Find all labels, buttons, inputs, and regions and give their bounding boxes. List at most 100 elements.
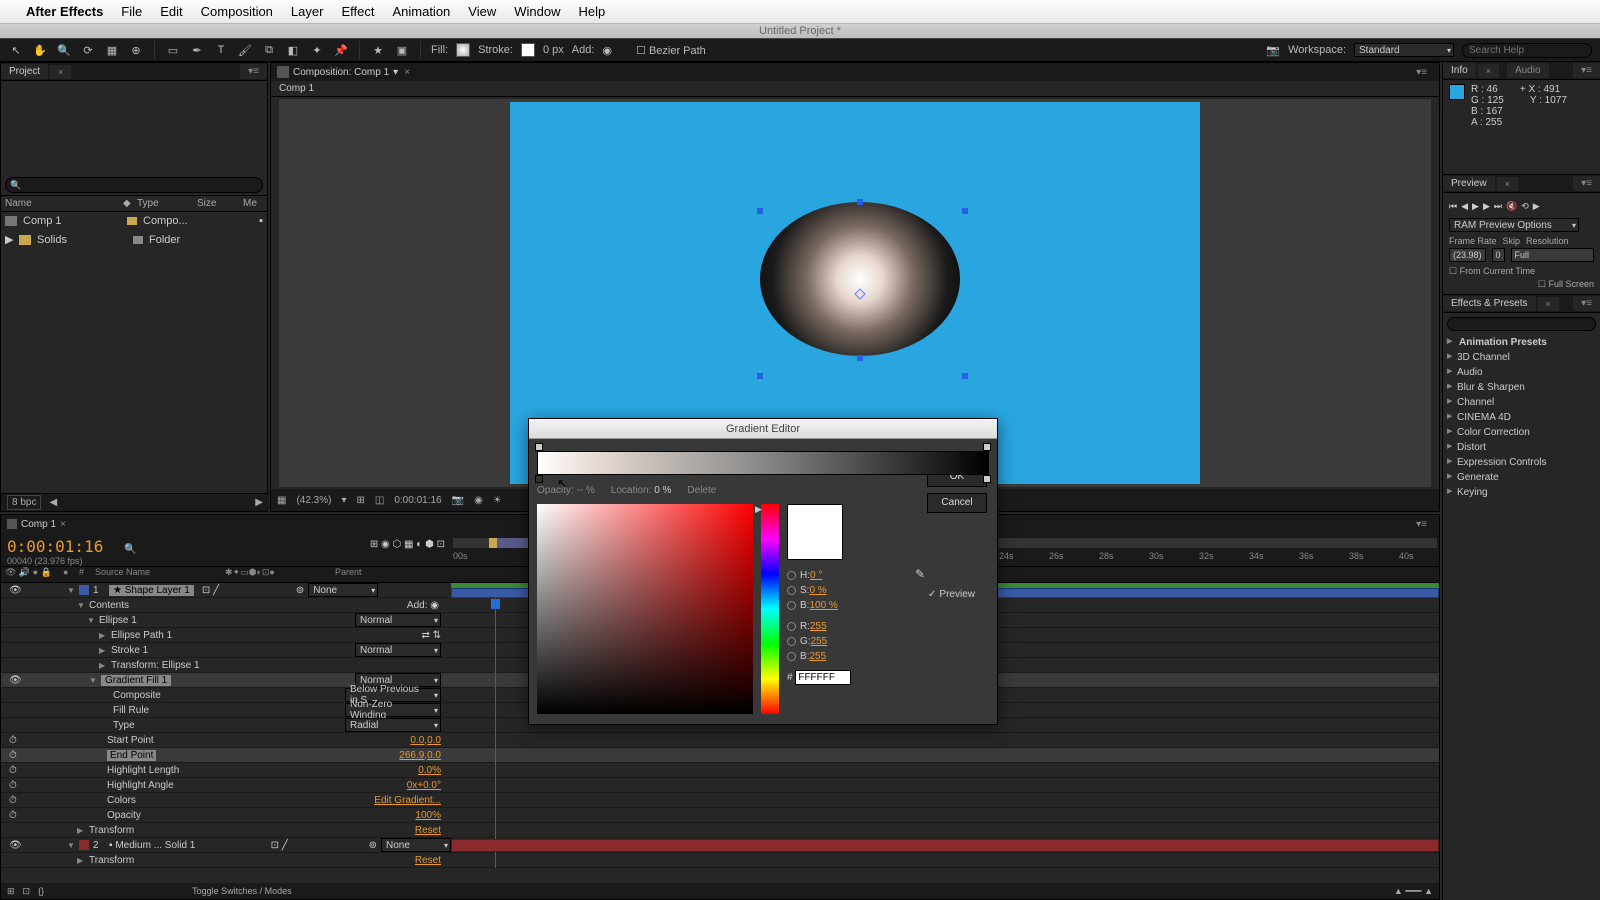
prop-value-dropdown[interactable]: Radial [345,718,441,732]
work-area-handle[interactable] [489,538,497,548]
twirl-icon[interactable]: ▶ [77,826,85,835]
preview-checkbox[interactable]: Preview [928,589,975,600]
transform-row[interactable]: ▶TransformReset [1,853,1439,868]
menu-effect[interactable]: Effect [341,4,374,19]
channel-icon[interactable]: ◉ [474,495,483,506]
h-value[interactable]: 0 ° [810,570,822,581]
parent-dropdown[interactable]: None [308,583,378,597]
col-name[interactable]: Name [5,198,123,209]
hex-input[interactable] [795,670,851,685]
effect-category[interactable]: Channel [1443,395,1600,410]
menu-animation[interactable]: Animation [392,4,450,19]
ram-preview-icon[interactable]: ▶ [1533,201,1540,212]
timeline-search-input[interactable]: 🔍 [118,543,238,556]
opacity-stop[interactable] [535,443,543,451]
rect-tool-icon[interactable]: ▭ [165,42,181,58]
close-icon[interactable]: × [1538,297,1559,311]
hue-slider[interactable]: ▶ [761,504,779,714]
panel-menu-icon[interactable]: ▾≡ [1573,63,1600,78]
close-icon[interactable]: × [1478,64,1499,78]
effect-category[interactable]: Audio [1443,365,1600,380]
workspace-dropdown[interactable]: Standard [1354,43,1454,57]
project-item-solids[interactable]: ▶ Solids Folder [1,230,267,249]
col-size[interactable]: Size [197,198,243,209]
tl-icon[interactable]: ⊞ [7,886,15,897]
selection-tool-icon[interactable]: ↖ [8,42,24,58]
stroke-swatch[interactable] [521,43,535,57]
effect-category[interactable]: Expression Controls [1443,455,1600,470]
delete-stop-button[interactable]: Delete [687,485,716,496]
prop-row[interactable]: ⏱Start Point0.0,0.0 [1,733,1439,748]
from-current-checkbox[interactable]: ☐ From Current Time [1449,266,1535,277]
menu-view[interactable]: View [468,4,496,19]
twirl-icon[interactable]: ▶ [99,661,107,670]
effect-category[interactable]: Generate [1443,470,1600,485]
col-source[interactable]: Source Name [95,567,225,582]
bbox-handle[interactable] [962,373,968,379]
b2-value[interactable]: 255 [809,651,826,662]
switch-icon[interactable]: ⊞ [370,539,378,550]
r-radio[interactable] [787,622,796,631]
twirl-icon[interactable]: ▼ [87,616,95,625]
panel-menu-icon[interactable]: ▾≡ [1410,67,1433,78]
full-screen-checkbox[interactable]: ☐ Full Screen [1538,279,1594,290]
star-icon[interactable]: ★ [370,42,386,58]
puppet-tool-icon[interactable]: 📌 [333,42,349,58]
reset-link[interactable]: Reset [415,825,441,836]
effect-category[interactable]: CINEMA 4D [1443,410,1600,425]
col-type[interactable]: Type [137,198,197,209]
parent-pick-icon[interactable]: ⊚ [369,840,377,851]
effect-category[interactable]: Distort [1443,440,1600,455]
resolution-input[interactable]: Full [1511,248,1594,262]
dialog-title[interactable]: Gradient Editor [529,419,997,439]
menu-window[interactable]: Window [514,4,560,19]
effect-category[interactable]: Blur & Sharpen [1443,380,1600,395]
prop-value[interactable]: 0x+0.0° [407,780,441,791]
switch-icon[interactable]: ⬢ [425,539,434,550]
close-icon[interactable]: × [60,519,66,530]
effect-category[interactable]: Keying [1443,485,1600,500]
gradient-bar[interactable] [537,451,989,475]
col-me[interactable]: Me [243,198,257,209]
effect-category[interactable]: Animation Presets [1443,335,1600,350]
tl-icon[interactable]: ⊡ [23,886,31,897]
color-stop[interactable] [535,475,543,483]
blend-mode-dropdown[interactable]: Normal [355,643,441,657]
switch-icon[interactable]: ⬡ [393,539,402,550]
mute-icon[interactable]: 🔇 [1506,201,1517,212]
switch-icon[interactable]: ◉ [381,539,390,550]
current-timecode[interactable]: 0:00:01:16 [7,537,103,556]
resolution-icon[interactable]: ⊞ [357,495,365,506]
r-value[interactable]: 255 [810,621,827,632]
rotate-tool-icon[interactable]: ⟳ [80,42,96,58]
add-menu-icon[interactable]: ◉ [602,44,612,57]
preview-panel-tab[interactable]: Preview×▾≡ [1443,175,1600,193]
col-label-icon[interactable]: ◆ [123,198,137,209]
search-help-input[interactable] [1462,43,1592,58]
frame-rate-input[interactable]: (23.98) [1449,248,1486,262]
project-search-input[interactable] [5,177,263,193]
effect-category[interactable]: 3D Channel [1443,350,1600,365]
bbox-handle[interactable] [757,373,763,379]
twirl-icon[interactable]: ▼ [67,586,75,595]
bbox-handle[interactable] [962,208,968,214]
effect-category[interactable]: Color Correction [1443,425,1600,440]
g-value[interactable]: 255 [811,636,828,647]
close-icon[interactable]: × [404,67,410,78]
info-panel-tab[interactable]: Info×Audio▾≡ [1443,62,1600,80]
s-radio[interactable] [787,586,796,595]
twirl-icon[interactable]: ▶ [99,646,107,655]
switch-icon[interactable]: ◐ [416,539,422,550]
ram-preview-options[interactable]: RAM Preview Options [1449,218,1579,232]
b2-radio[interactable] [787,652,796,661]
zoom-slider[interactable]: ▲ ━━━ ▲ [1394,886,1433,897]
toggle-switches-link[interactable]: Toggle Switches / Modes [192,886,292,896]
comp-panel-tab[interactable]: Composition: Comp 1▾×▾≡ [271,63,1439,81]
saturation-value-picker[interactable] [537,504,753,714]
twirl-icon[interactable]: ▼ [77,601,85,610]
bbox-handle[interactable] [857,355,863,361]
bpc-button[interactable]: 8 bpc [7,495,41,510]
bezier-checkbox[interactable]: ☐ Bezier Path [636,44,706,57]
prop-row[interactable]: ⏱Opacity100% [1,808,1439,823]
panel-menu-icon[interactable]: ▾≡ [240,64,267,79]
